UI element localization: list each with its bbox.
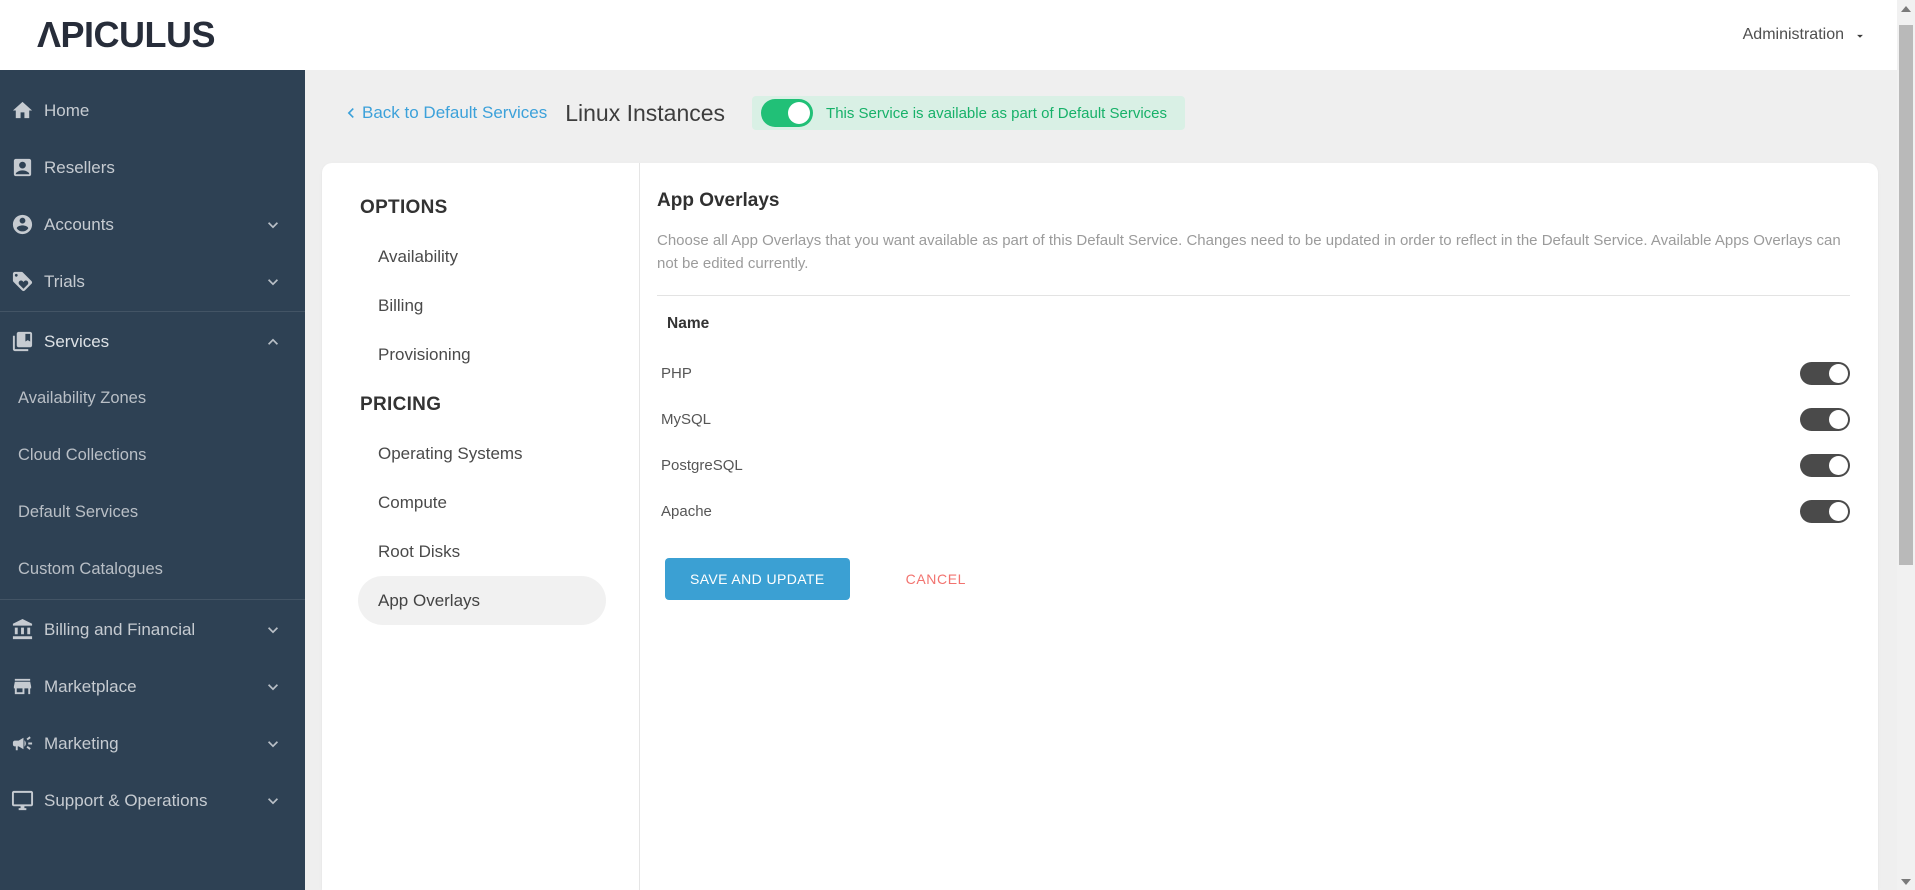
scrollbar-thumb[interactable] <box>1899 25 1913 565</box>
service-availability-toggle[interactable] <box>761 99 814 127</box>
sidebar: Home Resellers Accounts Trials Services … <box>0 70 305 890</box>
sidebar-subitem-cloud-collections[interactable]: Cloud Collections <box>0 427 305 484</box>
table-row-postgresql: PostgreSQL <box>657 442 1850 488</box>
overlay-name: PHP <box>661 364 692 382</box>
home-icon <box>11 99 34 122</box>
monitor-icon <box>11 789 34 812</box>
table-row-php: PHP <box>657 350 1850 396</box>
service-availability-label: This Service is available as part of Def… <box>826 104 1168 122</box>
sidebar-item-label: Home <box>44 100 90 120</box>
megaphone-icon <box>11 732 34 755</box>
overlay-list: PHP MySQL PostgreSQL Apache <box>657 350 1850 534</box>
sidebar-item-label: Billing and Financial <box>44 619 196 639</box>
chevron-up-icon <box>263 332 283 352</box>
chevron-left-icon <box>347 108 354 118</box>
chevron-down-icon <box>263 215 283 235</box>
option-item-app-overlays[interactable]: App Overlays <box>358 576 606 625</box>
sidebar-subitem-label: Default Services <box>18 503 139 521</box>
postgresql-toggle[interactable] <box>1800 453 1850 477</box>
sidebar-subitem-label: Custom Catalogues <box>18 560 163 578</box>
scroll-down-arrow[interactable] <box>1897 873 1915 890</box>
sidebar-subitem-label: Cloud Collections <box>18 446 147 464</box>
chevron-down-icon <box>263 272 283 292</box>
option-item-compute[interactable]: Compute <box>358 478 606 527</box>
sidebar-item-home[interactable]: Home <box>0 82 305 139</box>
php-toggle[interactable] <box>1800 361 1850 385</box>
page-scrollbar[interactable] <box>1897 0 1915 890</box>
sidebar-divider <box>0 599 305 600</box>
option-item-availability[interactable]: Availability <box>358 232 606 281</box>
sidebar-item-resellers[interactable]: Resellers <box>0 139 305 196</box>
overlay-name: MySQL <box>661 410 712 428</box>
table-row-apache: Apache <box>657 488 1850 534</box>
chevron-down-icon <box>263 677 283 697</box>
options-panel: OPTIONS Availability Billing Provisionin… <box>322 163 640 890</box>
sidebar-item-label: Resellers <box>44 157 115 177</box>
back-link-label: Back to Default Services <box>362 103 548 122</box>
sidebar-subitem-label: Availability Zones <box>18 389 147 407</box>
form-actions: SAVE AND UPDATE CANCEL <box>657 558 1850 600</box>
services-collections-icon <box>11 330 34 353</box>
sidebar-item-label: Services <box>44 331 110 351</box>
chevron-down-icon <box>263 734 283 754</box>
settings-card: OPTIONS Availability Billing Provisionin… <box>322 163 1878 890</box>
back-to-default-services-link[interactable]: Back to Default Services <box>341 103 547 123</box>
caret-down-icon <box>1857 34 1863 38</box>
chevron-down-icon <box>263 791 283 811</box>
trials-tag-icon <box>11 270 34 293</box>
cancel-button[interactable]: CANCEL <box>900 570 972 588</box>
sidebar-item-billing-and-financial[interactable]: Billing and Financial <box>0 601 305 658</box>
apiculus-logo[interactable]: ΛPICULUS <box>37 14 216 56</box>
apache-toggle[interactable] <box>1800 499 1850 523</box>
option-item-operating-systems[interactable]: Operating Systems <box>358 429 606 478</box>
option-item-root-disks[interactable]: Root Disks <box>358 527 606 576</box>
overlay-name: PostgreSQL <box>661 456 743 474</box>
section-description: Choose all App Overlays that you want av… <box>657 232 1841 272</box>
sidebar-subitem-availability-zones[interactable]: Availability Zones <box>0 370 305 427</box>
sidebar-item-services[interactable]: Services <box>0 313 305 370</box>
chevron-down-icon <box>263 620 283 640</box>
table-row-mysql: MySQL <box>657 396 1850 442</box>
sidebar-item-trials[interactable]: Trials <box>0 253 305 310</box>
sidebar-item-accounts[interactable]: Accounts <box>0 196 305 253</box>
top-bar: ΛPICULUS Administration <box>0 0 1915 70</box>
sidebar-item-label: Support & Operations <box>44 790 208 810</box>
scroll-up-arrow[interactable] <box>1897 0 1915 17</box>
sidebar-item-marketing[interactable]: Marketing <box>0 715 305 772</box>
sidebar-item-support-operations[interactable]: Support & Operations <box>0 772 305 829</box>
mysql-toggle[interactable] <box>1800 407 1850 431</box>
accounts-person-icon <box>11 213 34 236</box>
save-and-update-button[interactable]: SAVE AND UPDATE <box>665 558 850 600</box>
pricing-group-heading: PRICING <box>360 394 442 415</box>
store-icon <box>11 675 34 698</box>
app-body: Home Resellers Accounts Trials Services … <box>0 70 1915 890</box>
option-item-billing[interactable]: Billing <box>358 281 606 330</box>
administration-menu[interactable]: Administration <box>1743 26 1867 44</box>
sidebar-item-label: Marketplace <box>44 676 137 696</box>
resellers-badge-icon <box>11 156 34 179</box>
options-group-heading: OPTIONS <box>360 197 448 218</box>
bank-icon <box>11 618 34 641</box>
section-title: App Overlays <box>657 190 780 211</box>
app-overlays-panel: App Overlays Choose all App Overlays tha… <box>640 163 1878 890</box>
sidebar-item-marketplace[interactable]: Marketplace <box>0 658 305 715</box>
main-content: Back to Default Services Linux Instances… <box>305 70 1915 890</box>
option-item-provisioning[interactable]: Provisioning <box>358 330 606 379</box>
sidebar-divider <box>0 311 305 312</box>
default-service-status-pill: This Service is available as part of Def… <box>752 96 1186 130</box>
overlay-name: Apache <box>661 502 712 520</box>
sidebar-item-label: Accounts <box>44 214 114 234</box>
sidebar-item-label: Marketing <box>44 733 119 753</box>
name-column-header: Name <box>667 315 710 332</box>
page-title: Linux Instances <box>565 99 726 126</box>
section-divider <box>657 295 1850 296</box>
sidebar-subitem-default-services[interactable]: Default Services <box>0 484 305 541</box>
sidebar-item-label: Trials <box>44 271 85 291</box>
administration-menu-label: Administration <box>1742 26 1844 43</box>
page-header: Back to Default Services Linux Instances… <box>341 96 1915 130</box>
sidebar-subitem-custom-catalogues[interactable]: Custom Catalogues <box>0 541 305 598</box>
